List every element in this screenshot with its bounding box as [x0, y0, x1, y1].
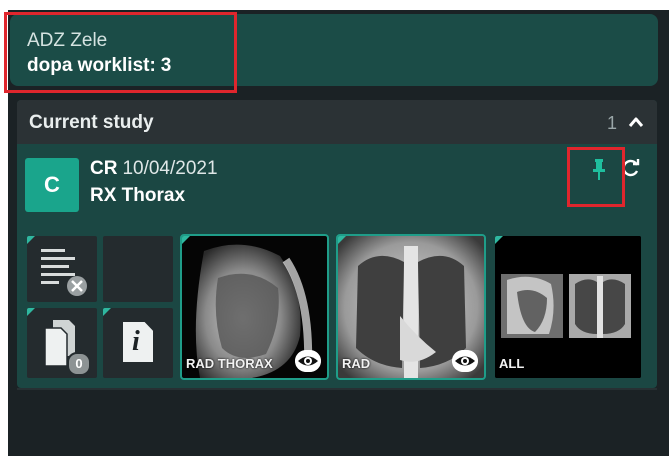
- documents-count: 0: [75, 356, 83, 371]
- series-thumbnail-all[interactable]: ALL: [495, 236, 641, 378]
- report-cancel-tile[interactable]: [27, 236, 97, 302]
- tile-corner: [27, 236, 35, 244]
- tile-corner: [27, 308, 35, 316]
- report-cancel-icon: [41, 249, 87, 296]
- series-caption: RAD THORAX: [186, 356, 273, 371]
- study-modality: CR: [90, 158, 118, 179]
- tile-corner: [495, 236, 503, 244]
- study-description: RX Thorax: [90, 185, 186, 206]
- series-thumbnail[interactable]: RAD: [336, 234, 486, 380]
- documents-badge: 0: [67, 352, 91, 376]
- refresh-icon[interactable]: [620, 157, 642, 179]
- tile-corner: [338, 236, 346, 244]
- series-caption: RAD: [342, 356, 371, 371]
- worklist-card[interactable]: ADZ Zele dopa worklist: 3: [10, 14, 658, 86]
- study-panel-count: 1: [606, 113, 617, 133]
- study-panel-title: Current study: [29, 112, 154, 133]
- info-icon: i: [123, 322, 153, 362]
- organization-name: ADZ Zele: [27, 30, 108, 51]
- tile-corner: [103, 308, 111, 316]
- worklist-summary: dopa worklist: 3: [27, 55, 171, 77]
- panel-divider: [17, 388, 657, 390]
- study-modality-date: CR 10/04/2021: [90, 158, 218, 180]
- tile-corner: [182, 236, 190, 244]
- study-date: 10/04/2021: [122, 158, 218, 179]
- worklist-label: dopa worklist:: [27, 55, 156, 76]
- series-caption: ALL: [499, 356, 525, 371]
- documents-tile[interactable]: 0: [27, 308, 97, 378]
- study-panel-header[interactable]: Current study 1: [17, 100, 657, 144]
- empty-tile: [103, 236, 173, 302]
- modality-avatar: C: [25, 158, 79, 212]
- worklist-count: 3: [160, 55, 172, 76]
- chevron-up-icon[interactable]: [627, 114, 645, 130]
- series-thumbnail[interactable]: RAD THORAX: [180, 234, 329, 380]
- info-tile[interactable]: i: [103, 308, 173, 378]
- eye-icon[interactable]: [295, 350, 321, 372]
- study-row[interactable]: C CR 10/04/2021 RX Thorax: [17, 144, 657, 224]
- current-study-panel: Current study 1 C CR 10/04/2021 RX Thorax: [17, 100, 657, 388]
- pin-icon[interactable]: [591, 158, 607, 182]
- eye-icon[interactable]: [452, 350, 478, 372]
- info-glyph: i: [132, 326, 140, 357]
